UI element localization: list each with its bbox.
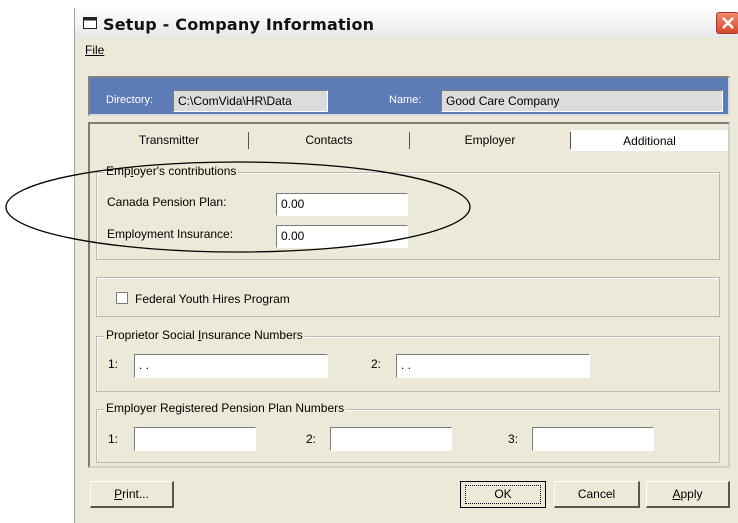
annotation-ellipse: [5, 161, 471, 253]
tab-transmitter[interactable]: Transmitter: [90, 130, 248, 150]
apply-button[interactable]: Apply: [646, 481, 730, 508]
title-bar[interactable]: Setup - Company Information: [75, 8, 738, 38]
pension-input-1[interactable]: [134, 427, 256, 451]
tab-additional[interactable]: Additional: [571, 130, 728, 151]
youth-checkbox[interactable]: [116, 292, 128, 304]
pension-label-2: 2:: [306, 432, 317, 446]
sin-label-1: 1:: [108, 357, 119, 371]
menu-file[interactable]: File: [85, 43, 104, 57]
directory-field[interactable]: C:\ComVida\HR\Data: [173, 90, 328, 112]
ok-button[interactable]: OK: [460, 481, 546, 508]
tab-contacts[interactable]: Contacts: [249, 130, 409, 150]
pension-label-3: 3:: [508, 432, 519, 446]
window-title: Setup - Company Information: [103, 15, 375, 34]
sin-input-2[interactable]: . .: [396, 354, 590, 378]
print-button[interactable]: Print...: [90, 481, 174, 508]
sin-label-2: 2:: [371, 357, 382, 371]
menu-bar: File: [75, 40, 738, 60]
pension-title: Employer Registered Pension Plan Numbers: [104, 401, 347, 415]
close-button[interactable]: [716, 12, 738, 34]
sin-title: Proprietor Social Insurance Numbers: [104, 328, 305, 342]
name-field[interactable]: Good Care Company: [441, 90, 723, 112]
close-icon: [722, 17, 734, 29]
cancel-button[interactable]: Cancel: [554, 481, 640, 508]
tab-strip: Transmitter Contacts Employer Additional: [90, 130, 730, 151]
pension-input-2[interactable]: [330, 427, 452, 451]
sin-input-1[interactable]: . .: [134, 354, 328, 378]
name-label: Name:: [389, 94, 422, 106]
pension-input-3[interactable]: [532, 427, 654, 451]
directory-label: Directory:: [106, 94, 154, 106]
youth-label: Federal Youth Hires Program: [135, 292, 290, 306]
window-icon: [83, 17, 97, 29]
pension-label-1: 1:: [108, 432, 119, 446]
tab-employer[interactable]: Employer: [410, 130, 570, 150]
